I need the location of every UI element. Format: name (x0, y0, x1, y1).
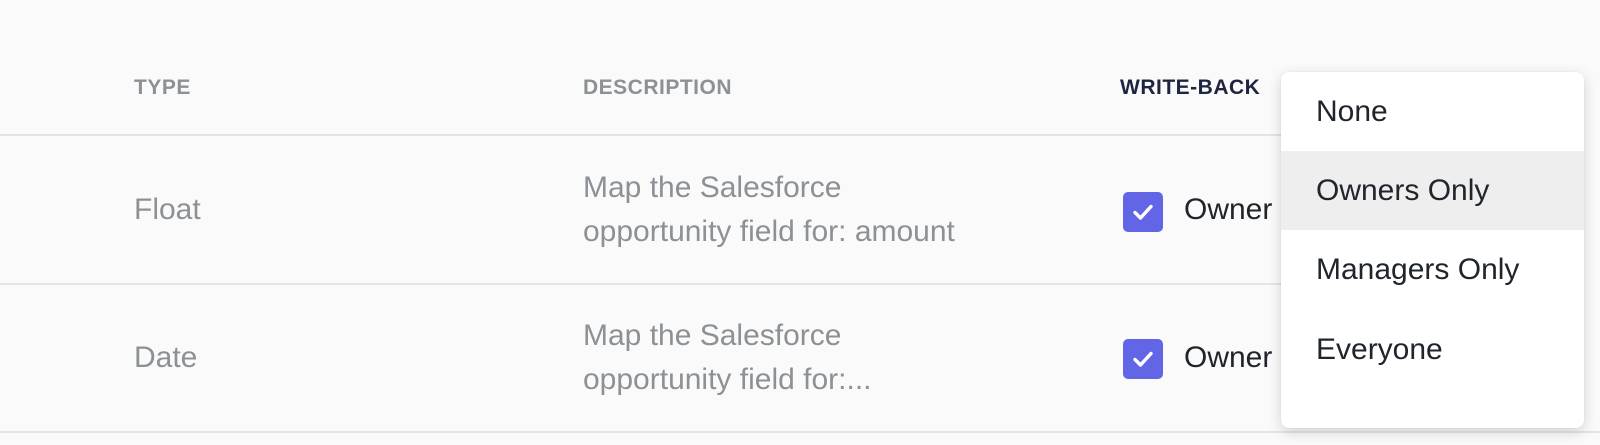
description-cell-line2: opportunity field for: amount (583, 215, 955, 248)
write-back-value[interactable]: Owner (1184, 188, 1272, 232)
column-header-type[interactable]: TYPE (134, 76, 191, 100)
dropdown-option-owners-only[interactable]: Owners Only (1281, 151, 1584, 230)
checkmark-icon (1133, 351, 1153, 367)
write-back-dropdown-menu: None Owners Only Managers Only Everyone (1281, 72, 1584, 428)
description-cell-line1: Map the Salesforce (583, 319, 842, 352)
column-header-write-back[interactable]: WRITE-BACK (1120, 76, 1260, 100)
description-cell-line2: opportunity field for:... (583, 363, 872, 396)
dropdown-option-everyone[interactable]: Everyone (1281, 310, 1584, 389)
checkmark-icon (1133, 204, 1153, 220)
column-header-description[interactable]: DESCRIPTION (583, 76, 732, 100)
type-cell: Float (134, 193, 201, 226)
page: TYPE DESCRIPTION WRITE-BACK Float Map th… (0, 0, 1600, 445)
row-divider (0, 283, 1300, 285)
write-back-value[interactable]: Owner (1184, 336, 1272, 380)
dropdown-option-managers-only[interactable]: Managers Only (1281, 230, 1584, 309)
description-cell-line1: Map the Salesforce (583, 171, 842, 204)
row-divider (0, 431, 1600, 433)
write-back-checkbox[interactable] (1123, 339, 1163, 379)
type-cell: Date (134, 341, 198, 374)
header-divider (0, 134, 1300, 136)
dropdown-option-none[interactable]: None (1281, 72, 1584, 151)
write-back-checkbox[interactable] (1123, 192, 1163, 232)
